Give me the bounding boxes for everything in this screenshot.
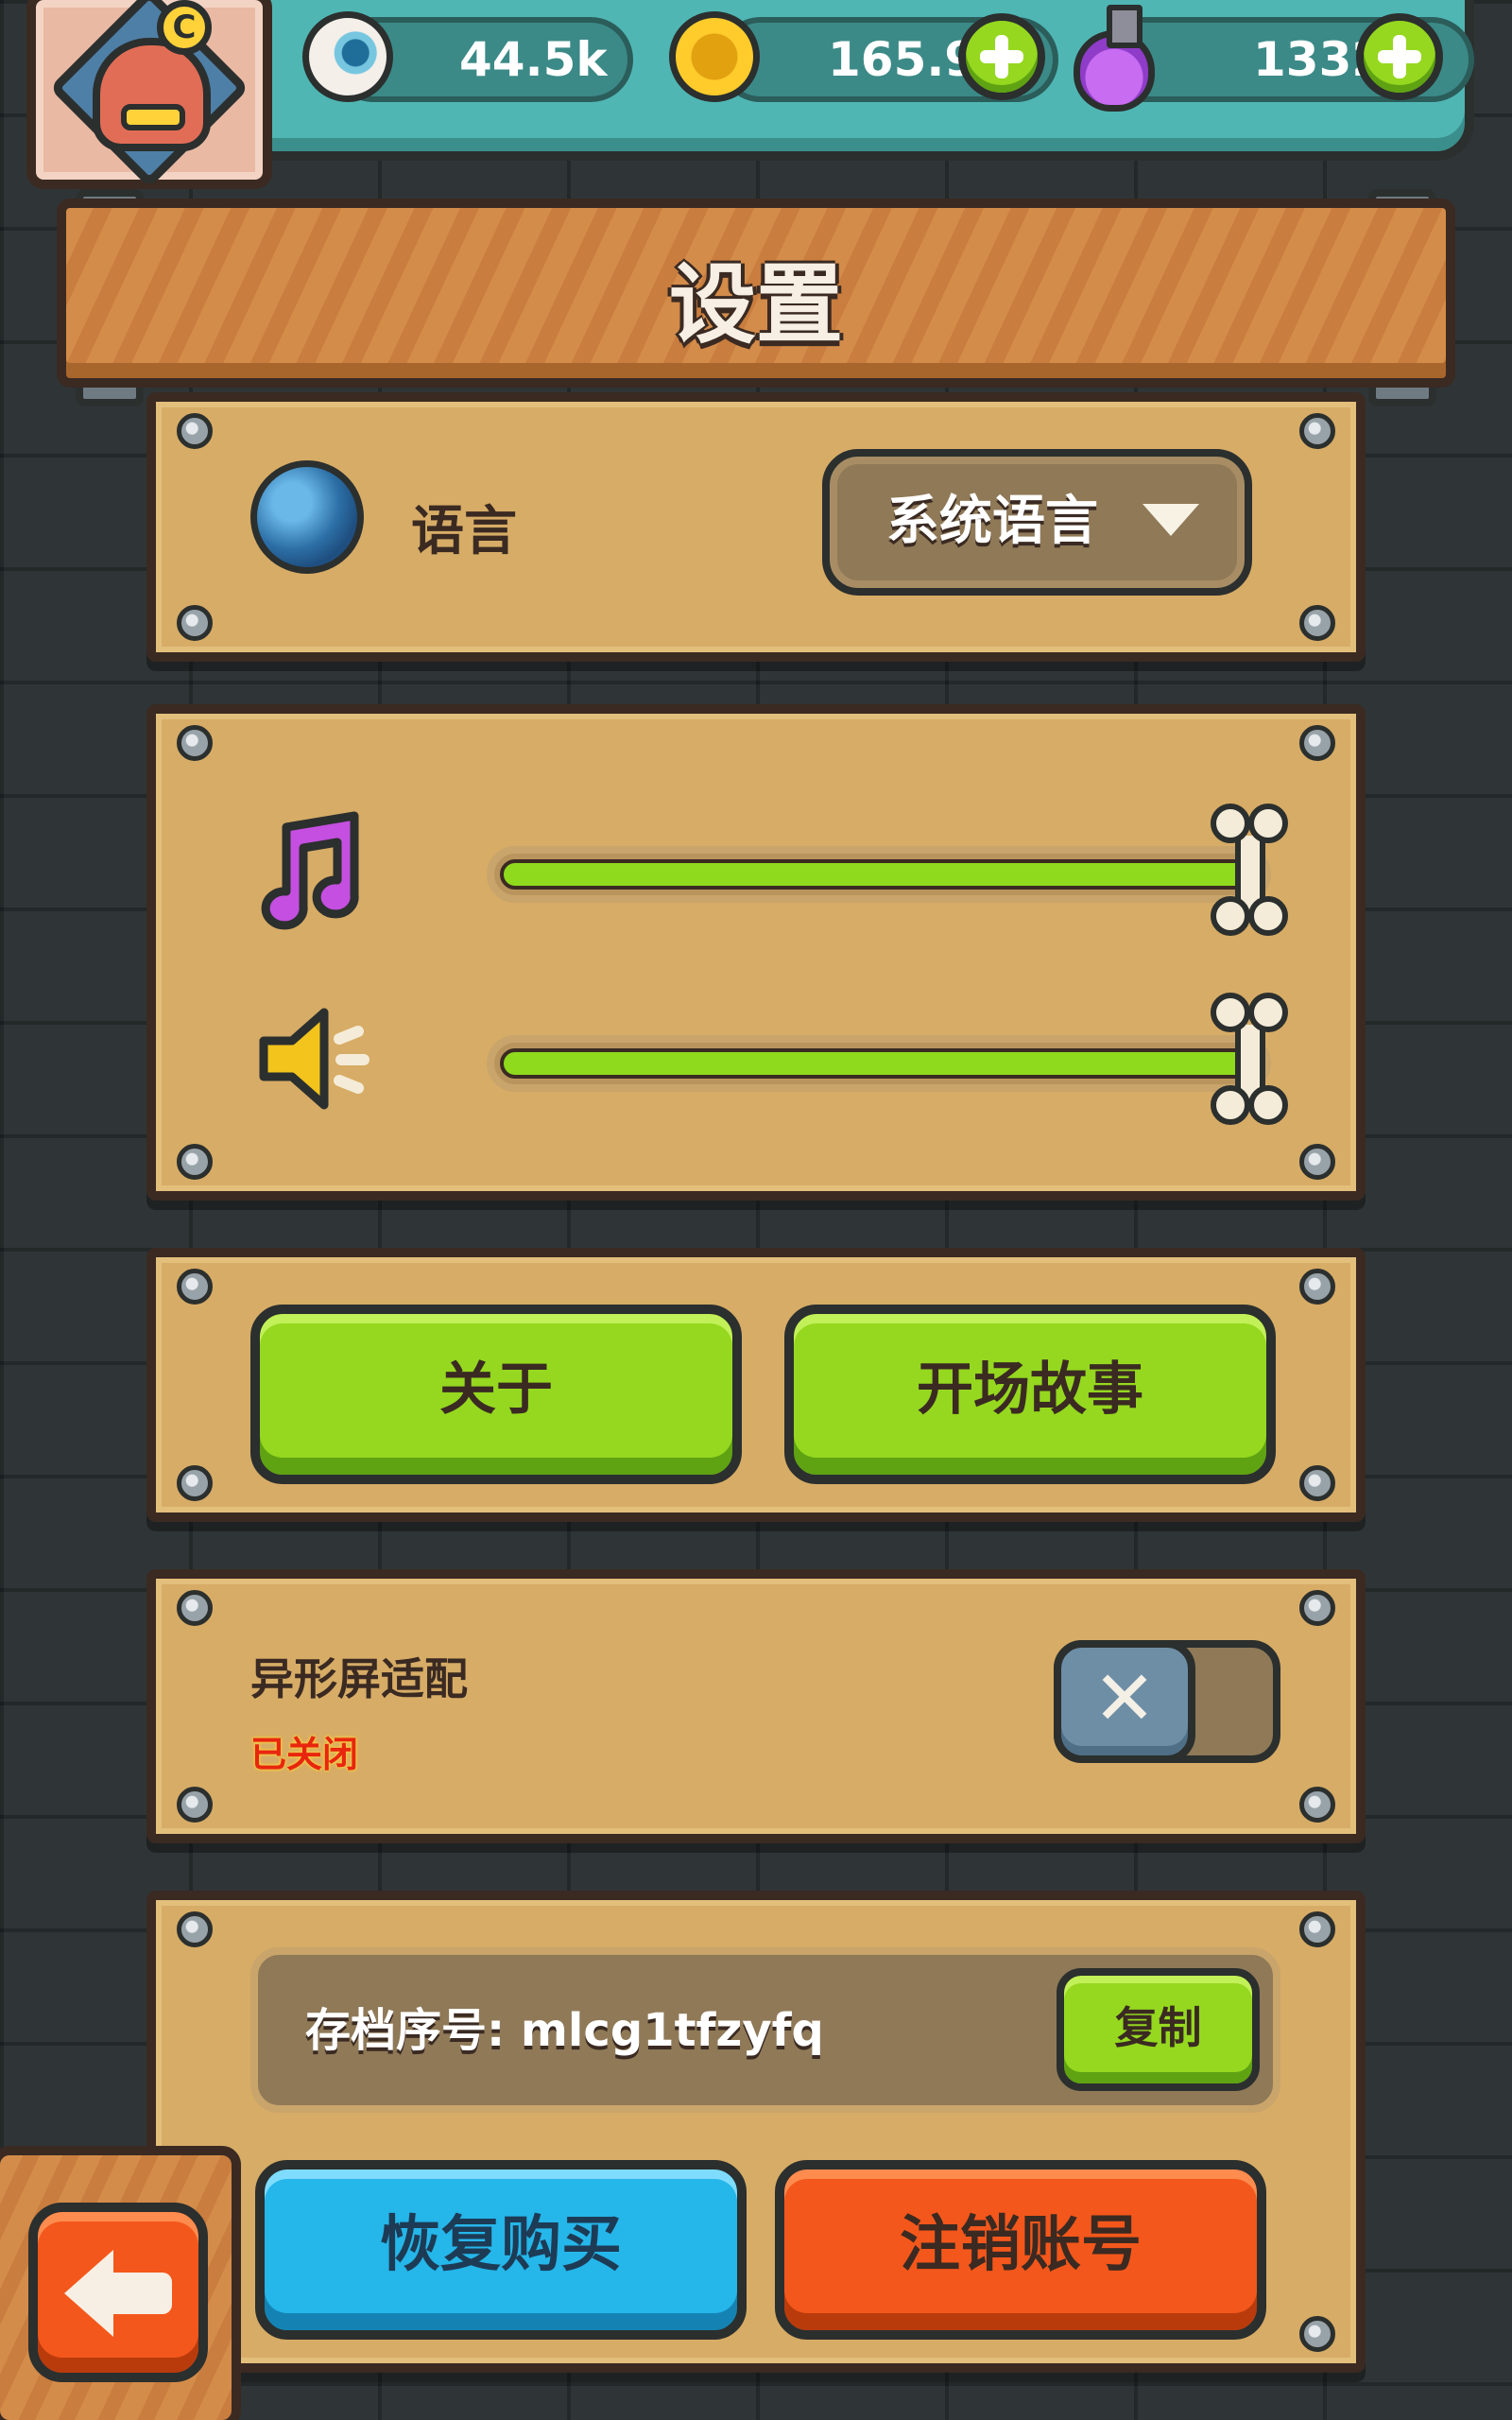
monster-icon [93,38,211,151]
resource-bar: 44.5k 165.9k 1332 [236,0,1474,161]
opening-story-button[interactable]: 开场故事 [784,1305,1276,1484]
save-id-box: 存档序号: mlcg1tfzyfq 复制 [250,1947,1280,2113]
page-title: 设置 [668,254,843,355]
about-button[interactable]: 关于 [250,1305,742,1484]
sound-volume-fill [500,1048,1258,1079]
eyeball-count: 44.5k [459,32,608,87]
sound-slider-handle[interactable] [1211,993,1288,1134]
audio-panel [146,704,1366,1201]
language-panel: 语言 系统语言 [146,392,1366,662]
music-note-icon [261,811,359,930]
music-slider-handle[interactable] [1211,804,1288,945]
music-volume-slider[interactable] [487,846,1271,903]
notch-label: 异形屏适配 [250,1653,468,1704]
language-dropdown[interactable]: 系统语言 [822,449,1252,596]
notch-toggle[interactable]: ✕ [1054,1640,1280,1763]
language-selected: 系统语言 [886,491,1098,552]
add-potion-button[interactable] [1356,13,1443,100]
eyeball-icon [302,11,393,102]
copy-button[interactable]: 复制 [1057,1968,1260,2091]
back-arrow-icon [64,2250,113,2337]
gold-coin-icon [669,11,760,102]
account-panel: 存档序号: mlcg1tfzyfq 复制 恢复购买 注销账号 [146,1891,1366,2373]
potion-icon [1074,5,1155,112]
sound-volume-slider[interactable] [487,1035,1271,1092]
info-panel: 关于 开场故事 [146,1248,1366,1522]
chevron-down-icon [1143,504,1199,536]
notch-status: 已关闭 [250,1734,359,1775]
speaker-icon [259,1008,369,1110]
close-icon: ✕ [1054,1640,1195,1763]
save-id-text: 存档序号: mlcg1tfzyfq [305,2004,824,2057]
delete-account-button[interactable]: 注销账号 [775,2160,1266,2340]
music-volume-fill [500,859,1258,890]
globe-icon [250,460,364,574]
restore-purchase-button[interactable]: 恢复购买 [255,2160,747,2340]
avatar-badge: C [157,0,212,55]
notch-panel: 异形屏适配 已关闭 ✕ [146,1569,1366,1843]
add-gold-button[interactable] [958,13,1045,100]
back-button[interactable] [28,2203,208,2382]
language-label: 语言 [411,501,517,562]
player-avatar[interactable]: C [26,0,272,189]
